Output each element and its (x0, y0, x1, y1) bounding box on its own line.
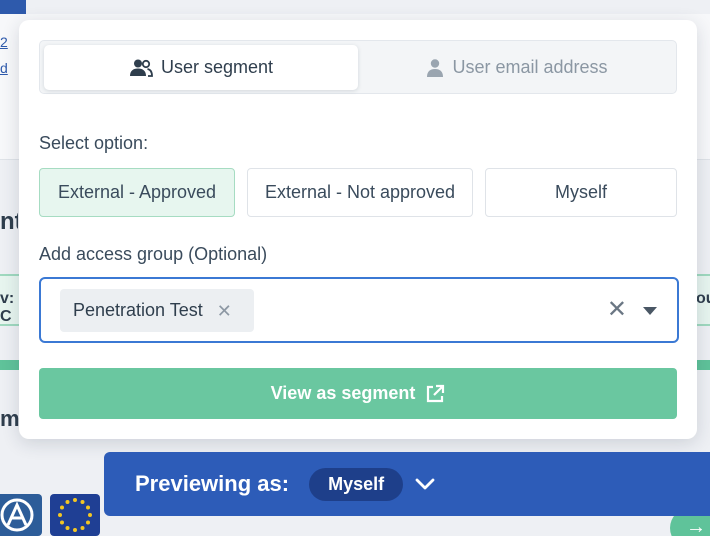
external-link-icon (427, 384, 445, 402)
access-group-select[interactable]: Penetration Test ✕ ✕ (39, 277, 679, 343)
organization-logo (0, 494, 42, 536)
previewing-as-label: Previewing as: (135, 471, 290, 496)
select-option-label: Select option: (39, 133, 149, 153)
eu-stars-icon (58, 498, 92, 532)
preview-segment-popover: User segment User email address Select o… (19, 20, 697, 439)
option-myself[interactable]: Myself (485, 168, 677, 217)
logo-mark-icon (0, 498, 34, 532)
background-info-text: v: C (0, 290, 14, 325)
user-icon (427, 58, 444, 77)
dropdown-arrow-icon[interactable] (643, 307, 657, 315)
tab-label: User segment (160, 57, 274, 77)
clear-selection-icon[interactable]: ✕ (607, 298, 627, 322)
access-group-label: Add access group (Optional) (39, 244, 268, 264)
remove-chip-icon[interactable]: ✕ (217, 302, 232, 320)
previewing-as-value[interactable]: Myself (309, 467, 404, 501)
tab-label: User email address (452, 57, 608, 77)
background-heading: nt (0, 208, 18, 235)
arrow-right-icon: → (686, 516, 706, 536)
eu-flag-logo (50, 494, 100, 536)
users-icon (129, 59, 153, 77)
tab-user-email[interactable]: User email address (360, 45, 674, 90)
background-info-text: ou (696, 290, 710, 307)
background-link[interactable]: 2 (0, 34, 12, 50)
view-as-segment-button[interactable]: View as segment (39, 368, 677, 419)
chip-label: Penetration Test (73, 300, 203, 320)
segment-type-tabs: User segment User email address (39, 40, 677, 94)
option-external-not-approved[interactable]: External - Not approved (247, 168, 473, 217)
view-button-label: View as segment (270, 383, 416, 403)
chevron-down-icon[interactable] (415, 477, 435, 491)
option-external-approved[interactable]: External - Approved (39, 168, 235, 217)
tab-user-segment[interactable]: User segment (44, 45, 358, 90)
access-group-chip: Penetration Test ✕ (60, 289, 254, 332)
previewing-as-bar: Previewing as: Myself (104, 452, 710, 516)
background-link[interactable]: d (0, 60, 12, 76)
